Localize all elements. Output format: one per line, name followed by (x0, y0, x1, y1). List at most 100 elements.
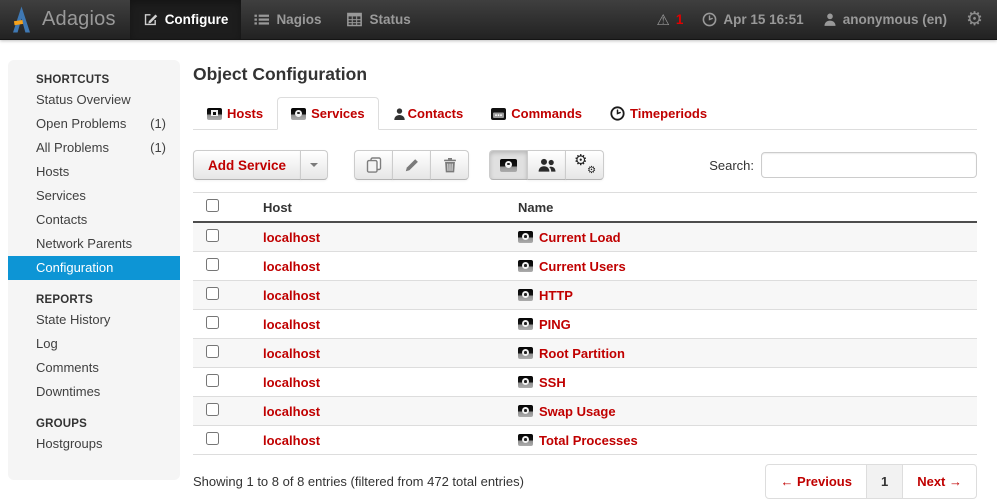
monitor-icon (500, 159, 517, 172)
host-link[interactable]: localhost (263, 259, 320, 274)
sidebar-item-network-parents[interactable]: Network Parents (8, 232, 180, 256)
navbar-right-section: ⚠ 1 Apr 15 16:51 anonymous (en) ⚙ (656, 0, 997, 39)
copy-button[interactable] (354, 150, 393, 180)
tab-label: Commands (511, 106, 582, 121)
host-link[interactable]: localhost (263, 433, 320, 448)
tab-hosts[interactable]: Hosts (193, 97, 277, 130)
settings-view-button[interactable]: ⚙ ⚙ (565, 150, 604, 180)
sidebar-item-services[interactable]: Services (8, 184, 180, 208)
list-icon (254, 12, 269, 27)
object-tabs: Hosts Services Contacts Commands (193, 97, 977, 130)
tab-contacts[interactable]: Contacts (379, 97, 478, 130)
row-checkbox[interactable] (206, 287, 219, 300)
datetime-label: Apr 15 16:51 (723, 12, 803, 27)
next-page-button[interactable]: Next → (902, 464, 977, 499)
main-content: Object Configuration Hosts Services Cont… (193, 60, 977, 499)
service-link[interactable]: SSH (539, 375, 566, 390)
nav-item-configure[interactable]: Configure (130, 0, 242, 39)
sidebar-item-comments[interactable]: Comments (8, 356, 180, 380)
sidebar-item-all-problems[interactable]: All Problems (1) (8, 136, 180, 160)
settings-gear-icon[interactable]: ⚙ (966, 10, 983, 29)
column-header-host[interactable]: Host (255, 193, 510, 223)
add-service-dropdown-button[interactable] (300, 150, 328, 180)
sidebar-item-label: Configuration (36, 260, 113, 276)
service-link[interactable]: HTTP (539, 288, 573, 303)
sidebar-item-downtimes[interactable]: Downtimes (8, 380, 180, 404)
table-row: localhost SSH (193, 368, 977, 397)
adagios-logo-icon (10, 5, 33, 34)
sidebar-item-log[interactable]: Log (8, 332, 180, 356)
alerts-indicator[interactable]: ⚠ 1 (656, 11, 683, 29)
search-label: Search: (709, 158, 754, 173)
nav-item-label: Configure (165, 12, 229, 27)
copy-icon (366, 157, 382, 173)
sidebar: SHORTCUTS Status Overview Open Problems … (8, 60, 180, 480)
sidebar-item-hostgroups[interactable]: Hostgroups (8, 432, 180, 456)
nav-item-label: Nagios (276, 12, 321, 27)
people-icon (538, 158, 556, 172)
clock-display: Apr 15 16:51 (702, 12, 803, 27)
contacts-view-button[interactable] (527, 150, 566, 180)
service-link[interactable]: Root Partition (539, 346, 625, 361)
services-view-button[interactable] (489, 150, 528, 180)
host-link[interactable]: localhost (263, 346, 320, 361)
tab-timeperiods[interactable]: Timeperiods (596, 97, 721, 130)
host-link[interactable]: localhost (263, 230, 320, 245)
row-checkbox[interactable] (206, 229, 219, 242)
pencil-icon (404, 157, 420, 173)
sidebar-item-open-problems[interactable]: Open Problems (1) (8, 112, 180, 136)
host-link[interactable]: localhost (263, 288, 320, 303)
search-input[interactable] (761, 152, 977, 178)
table-row: localhost PING (193, 310, 977, 339)
service-link[interactable]: Current Users (539, 259, 626, 274)
service-link[interactable]: Total Processes (539, 433, 638, 448)
tab-label: Services (311, 106, 365, 121)
nav-item-status[interactable]: Status (334, 0, 423, 39)
user-menu[interactable]: anonymous (en) (823, 12, 947, 27)
brand-name: Adagios (42, 8, 116, 31)
adagios-brand[interactable]: Adagios (0, 0, 130, 39)
sidebar-item-label: Status Overview (36, 92, 131, 108)
tab-label: Contacts (408, 106, 464, 121)
service-icon (518, 434, 533, 446)
row-checkbox[interactable] (206, 432, 219, 445)
nav-item-nagios[interactable]: Nagios (241, 0, 334, 39)
service-link[interactable]: Current Load (539, 230, 621, 245)
row-checkbox[interactable] (206, 374, 219, 387)
service-icon (518, 289, 533, 301)
sidebar-item-hosts[interactable]: Hosts (8, 160, 180, 184)
row-checkbox[interactable] (206, 316, 219, 329)
problem-count-badge: (1) (150, 116, 166, 132)
table-row: localhost Root Partition (193, 339, 977, 368)
delete-button[interactable] (430, 150, 469, 180)
clock-icon (610, 106, 625, 121)
select-all-checkbox[interactable] (206, 199, 219, 212)
service-link[interactable]: PING (539, 317, 571, 332)
table-icon (347, 12, 362, 27)
row-checkbox[interactable] (206, 403, 219, 416)
tab-commands[interactable]: Commands (477, 97, 596, 130)
tab-services[interactable]: Services (277, 97, 379, 130)
sidebar-item-status-overview[interactable]: Status Overview (8, 88, 180, 112)
row-checkbox[interactable] (206, 345, 219, 358)
sidebar-item-configuration[interactable]: Configuration (8, 256, 180, 280)
sidebar-item-label: State History (36, 312, 110, 328)
page-number-button[interactable]: 1 (866, 464, 903, 499)
sidebar-item-label: All Problems (36, 140, 109, 156)
tab-label: Timeperiods (630, 106, 707, 121)
sidebar-item-state-history[interactable]: State History (8, 308, 180, 332)
previous-page-button[interactable]: ← Previous (765, 464, 867, 499)
services-table: Host Name localhost Current Load localho… (193, 192, 977, 455)
host-link[interactable]: localhost (263, 317, 320, 332)
sidebar-item-contacts[interactable]: Contacts (8, 208, 180, 232)
edit-button[interactable] (392, 150, 431, 180)
service-icon (518, 231, 533, 243)
row-checkbox[interactable] (206, 258, 219, 271)
add-service-button[interactable]: Add Service (193, 150, 301, 180)
host-link[interactable]: localhost (263, 375, 320, 390)
warning-icon: ⚠ (656, 11, 669, 29)
gears-icon: ⚙ ⚙ (574, 157, 595, 173)
host-link[interactable]: localhost (263, 404, 320, 419)
service-link[interactable]: Swap Usage (539, 404, 616, 419)
column-header-name[interactable]: Name (510, 193, 977, 223)
